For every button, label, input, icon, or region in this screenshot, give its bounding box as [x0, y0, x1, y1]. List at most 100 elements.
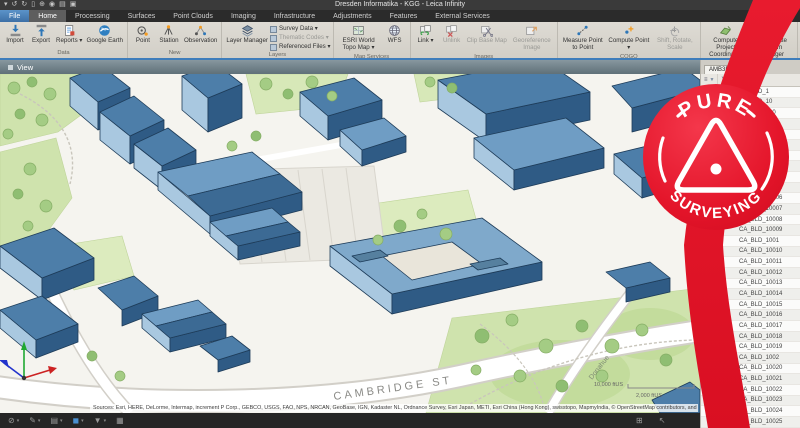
new-view-icon[interactable]: ⊞: [636, 413, 643, 428]
table-row[interactable]: 2013CA_BLD_10004: [701, 172, 800, 183]
table-row[interactable]: 2013CA_BLD_10001: [701, 140, 800, 151]
observation-button[interactable]: Observation: [182, 23, 219, 46]
table-row[interactable]: 2013CA_BLD_10: [701, 98, 800, 109]
cell-year: 2013: [701, 302, 739, 308]
map-canvas[interactable]: CAMBRIDGE ST Donahue 10,000 ftUS 2,000 f…: [0, 74, 700, 413]
unlink-button[interactable]: Unlink: [439, 23, 465, 46]
unlink-label: Unlink: [443, 38, 460, 45]
menu-tab-point-clouds[interactable]: Point Clouds: [164, 10, 222, 22]
cell-year: 2013: [701, 312, 739, 318]
measure-point-to-point-button[interactable]: Measure Point to Point: [560, 23, 606, 53]
menu-tab-adjustments[interactable]: Adjustments: [324, 10, 381, 22]
menu-tab-infrastructure[interactable]: Infrastructure: [265, 10, 324, 22]
export-button[interactable]: Export: [28, 23, 54, 46]
table-row[interactable]: 2013CA_BLD_10000: [701, 130, 800, 141]
cell-year: 2013: [701, 238, 739, 244]
menu-tab-surfaces[interactable]: Surfaces: [119, 10, 165, 22]
cell-year: 2013: [701, 355, 739, 361]
table-row[interactable]: 2013CA_BLD_10002: [701, 151, 800, 162]
google-earth-button[interactable]: Google Earth: [85, 23, 125, 46]
table-row[interactable]: 2013CA_BLD_10011: [701, 257, 800, 268]
menu-tab-external-services[interactable]: External Services: [426, 10, 498, 22]
table-row[interactable]: 2013CA_BLD_10015: [701, 300, 800, 311]
survey-data-dropdown[interactable]: Survey Data ▾: [270, 25, 331, 33]
select-circle-icon[interactable]: ⊘▾: [8, 413, 19, 428]
georeference-image-button[interactable]: Georeference Image: [509, 23, 555, 53]
table-row[interactable]: 2013CA_BLD_10008: [701, 215, 800, 226]
layer-manager-button[interactable]: Layer Manager: [224, 23, 270, 46]
table-row[interactable]: 2013CA_BLD_1000: [701, 119, 800, 130]
table-row[interactable]: 2013CA_BLD_10007: [701, 204, 800, 215]
ribbon-group-label-data: Data: [2, 49, 125, 58]
view-tab-strip[interactable]: View: [0, 60, 700, 74]
referenced-files-dropdown[interactable]: Referenced Files ▾: [270, 43, 331, 51]
ribbon-group-map-services: ESRI World Topo Map ▾WFSMap Services: [334, 22, 411, 58]
compute-point-button[interactable]: Compute Point ▾: [606, 23, 652, 53]
table-row[interactable]: 2013CA_BLD_10003: [701, 161, 800, 172]
layer-manager-label: Layer Manager: [226, 38, 268, 45]
clip-base-map-button[interactable]: Clip Base Map: [465, 23, 509, 46]
table-row[interactable]: 2013CA_BLD_1001: [701, 236, 800, 247]
menu-tab-imaging[interactable]: Imaging: [222, 10, 265, 22]
table-row[interactable]: 2013CA_BLD_100: [701, 108, 800, 119]
filter-icon[interactable]: ▼▾: [94, 413, 106, 428]
station-label: Station: [159, 38, 178, 45]
table-row[interactable]: 2013CA_BLD_10024: [701, 406, 800, 417]
table-row[interactable]: 2013CA_BLD_1002: [701, 353, 800, 364]
wfs-button[interactable]: WFS: [382, 23, 408, 46]
cell-building-id: CA_BLD_10005: [739, 185, 800, 191]
menu-tab-features[interactable]: Features: [381, 10, 427, 22]
station-button[interactable]: Station: [156, 23, 182, 46]
table-row[interactable]: 2013CA_BLD_10006: [701, 193, 800, 204]
panel-tab-amb3d[interactable]: AMB3D_Cityw: [704, 65, 753, 74]
compute-project-coordinates-button[interactable]: Compute Project Coordinates: [703, 23, 749, 59]
table-row[interactable]: 2013CA_BLD_10022: [701, 385, 800, 396]
reports-button[interactable]: Reports ▾: [54, 23, 85, 46]
link-button[interactable]: Link ▾: [413, 23, 439, 46]
cell-year: 2013: [701, 376, 739, 382]
table-row[interactable]: 2013CA_BLD_10013: [701, 279, 800, 290]
menu-tab-home[interactable]: Home: [29, 10, 66, 22]
cell-building-id: CA_BLD_10002: [739, 153, 800, 159]
table-row[interactable]: 2013CA_BLD_10005: [701, 183, 800, 194]
table-row[interactable]: 2013CA_BLD_10018: [701, 332, 800, 343]
attribute-table[interactable]: 2013CA_BLD_12013CA_BLD_102013CA_BLD_1002…: [701, 87, 800, 428]
point-button[interactable]: Point: [130, 23, 156, 46]
layer-visibility-icon[interactable]: ◼▾: [73, 413, 84, 428]
grid-icon[interactable]: ▦: [116, 413, 124, 428]
svg-text:2,000 ftUS: 2,000 ftUS: [636, 393, 662, 399]
table-row[interactable]: 2013CA_BLD_10025: [701, 417, 800, 428]
table-row[interactable]: 2013CA_BLD_10023: [701, 396, 800, 407]
map-view[interactable]: CAMBRIDGE ST Donahue 10,000 ftUS 2,000 f…: [0, 74, 700, 413]
table-row[interactable]: 2013CA_BLD_10021: [701, 374, 800, 385]
ribbon-group-coordinates: Compute Project CoordinatesCoordinate Sy…: [701, 22, 798, 58]
cell-building-id: CA_BLD_10016: [739, 312, 800, 318]
sketch-pen-icon[interactable]: ✎▾: [29, 413, 40, 428]
table-row[interactable]: 2013CA_BLD_10009: [701, 225, 800, 236]
cell-year: 2013: [701, 259, 739, 265]
snap-settings-icon[interactable]: ▤▾: [50, 413, 62, 428]
table-row[interactable]: 2013CA_BLD_10012: [701, 268, 800, 279]
table-row[interactable]: 2013CA_BLD_10017: [701, 321, 800, 332]
cell-year: 2013: [701, 142, 739, 148]
table-row[interactable]: 2013CA_BLD_10016: [701, 310, 800, 321]
thematic-codes-dropdown[interactable]: Thematic Codes ▾: [270, 34, 331, 42]
cell-year: 2013: [701, 397, 739, 403]
table-row[interactable]: 2013CA_BLD_10020: [701, 364, 800, 375]
table-row[interactable]: 2013CA_BLD_10019: [701, 342, 800, 353]
table-row[interactable]: 2013CA_BLD_10014: [701, 289, 800, 300]
import-button[interactable]: Import: [2, 23, 28, 46]
column-filter-control[interactable]: Y: [718, 74, 729, 86]
menu-tab-processing[interactable]: Processing: [66, 10, 119, 22]
column-sort-control[interactable]: ≡ ▼: [701, 74, 718, 86]
pointer-icon[interactable]: ↖: [659, 413, 666, 428]
esri-world-topo-map-button[interactable]: ESRI World Topo Map ▾: [336, 23, 382, 53]
coordinate-system-manager-button[interactable]: Coordinate System Manager: [749, 23, 795, 59]
window-title: Dresden Informatika - KGG - Leica Infini…: [0, 0, 800, 10]
table-row[interactable]: 2013CA_BLD_10010: [701, 247, 800, 258]
shift-rotate-scale-button[interactable]: Shift, Rotate, Scale: [652, 23, 698, 53]
cell-year: 2013: [701, 99, 739, 105]
table-row[interactable]: 2013CA_BLD_1: [701, 87, 800, 98]
menu-tab-file[interactable]: File: [0, 10, 29, 22]
panel-tab-strip: AMB3D_Cityw: [701, 60, 800, 74]
